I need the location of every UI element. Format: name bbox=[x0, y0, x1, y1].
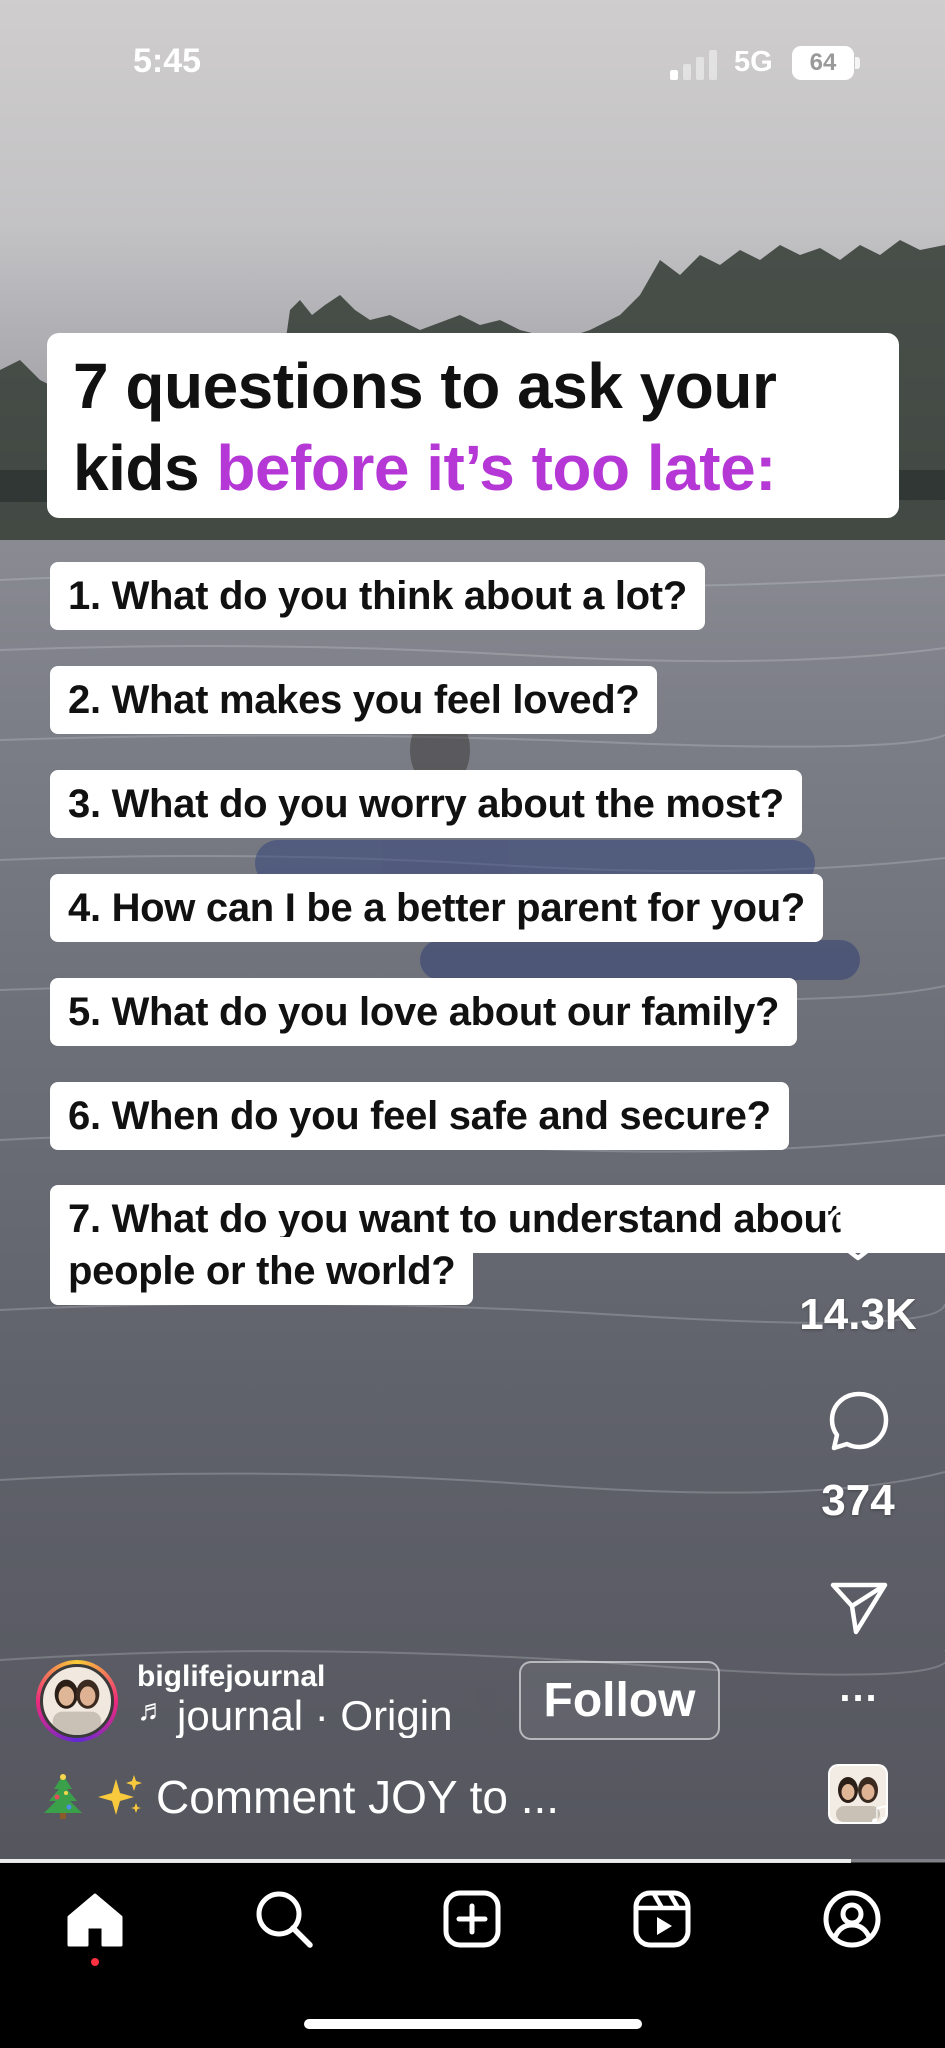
music-note-icon: ♫ bbox=[868, 1796, 891, 1829]
create-post-icon bbox=[443, 1890, 501, 1948]
christmas-tree-emoji bbox=[44, 1774, 82, 1819]
headline-line-2: kids before it’s too late: bbox=[73, 427, 873, 509]
search-icon bbox=[256, 1891, 313, 1948]
audio-track-ticker[interactable]: ♬ journal · Origin bbox=[137, 1688, 497, 1738]
music-note-icon: ♬ bbox=[137, 1694, 167, 1727]
heart-icon[interactable] bbox=[827, 1206, 889, 1262]
battery-tip bbox=[855, 57, 860, 69]
cellular-signal-icon bbox=[670, 50, 717, 80]
tab-profile[interactable] bbox=[820, 1887, 884, 1951]
home-indicator[interactable] bbox=[304, 2019, 642, 2029]
like-count[interactable]: 14.3K bbox=[778, 1290, 938, 1340]
sparkles-emoji bbox=[98, 1775, 142, 1815]
reel-caption[interactable]: Comment JOY to ... bbox=[40, 1770, 559, 1824]
battery-level: 64 bbox=[792, 46, 854, 80]
question-4: 4. How can I be a better parent for you? bbox=[50, 874, 824, 942]
reel-headline: 7 questions to ask your kids before it’s… bbox=[47, 333, 899, 518]
tab-home[interactable] bbox=[63, 1887, 127, 1951]
headline-plain-text: kids bbox=[73, 432, 217, 504]
tab-reels[interactable] bbox=[630, 1887, 694, 1951]
question-6: 6. When do you feel safe and secure? bbox=[50, 1082, 789, 1150]
paper-plane-icon[interactable] bbox=[829, 1580, 889, 1636]
status-time: 5:45 bbox=[133, 42, 202, 80]
follow-button[interactable]: Follow bbox=[519, 1661, 720, 1740]
question-7-line-2: people or the world? bbox=[50, 1237, 474, 1305]
question-7: 7. What do you want to understand about … bbox=[50, 1185, 945, 1305]
audio-track-name: journal · Origin bbox=[177, 1692, 453, 1738]
status-bar: 5:45 5G 64 bbox=[0, 0, 945, 130]
bottom-tab-bar bbox=[0, 1863, 945, 2048]
question-2: 2. What makes you feel loved? bbox=[50, 666, 658, 734]
caption-text: Comment JOY to ... bbox=[156, 1771, 560, 1823]
ticker-fade bbox=[457, 1688, 497, 1738]
creator-avatar[interactable] bbox=[36, 1660, 118, 1742]
headline-accent-text: before it’s too late: bbox=[216, 432, 776, 504]
question-1: 1. What do you think about a lot? bbox=[50, 562, 705, 630]
comment-count[interactable]: 374 bbox=[778, 1476, 938, 1526]
home-notification-dot bbox=[91, 1958, 99, 1966]
avatar-portrait-icon bbox=[52, 1679, 102, 1735]
home-icon bbox=[67, 1893, 123, 1947]
tab-search[interactable] bbox=[252, 1887, 316, 1951]
question-3: 3. What do you worry about the most? bbox=[50, 770, 802, 838]
more-options-button[interactable]: ... bbox=[836, 1668, 882, 1718]
profile-icon bbox=[823, 1890, 881, 1948]
question-5: 5. What do you love about our family? bbox=[50, 978, 798, 1046]
comment-bubble-icon[interactable] bbox=[828, 1390, 890, 1452]
avatar-photo bbox=[40, 1664, 114, 1738]
tab-create[interactable] bbox=[440, 1887, 504, 1951]
network-type: 5G bbox=[734, 46, 773, 78]
battery-icon: 64 bbox=[792, 46, 860, 80]
reels-icon bbox=[633, 1890, 691, 1948]
headline-line-1: 7 questions to ask your bbox=[73, 350, 777, 422]
